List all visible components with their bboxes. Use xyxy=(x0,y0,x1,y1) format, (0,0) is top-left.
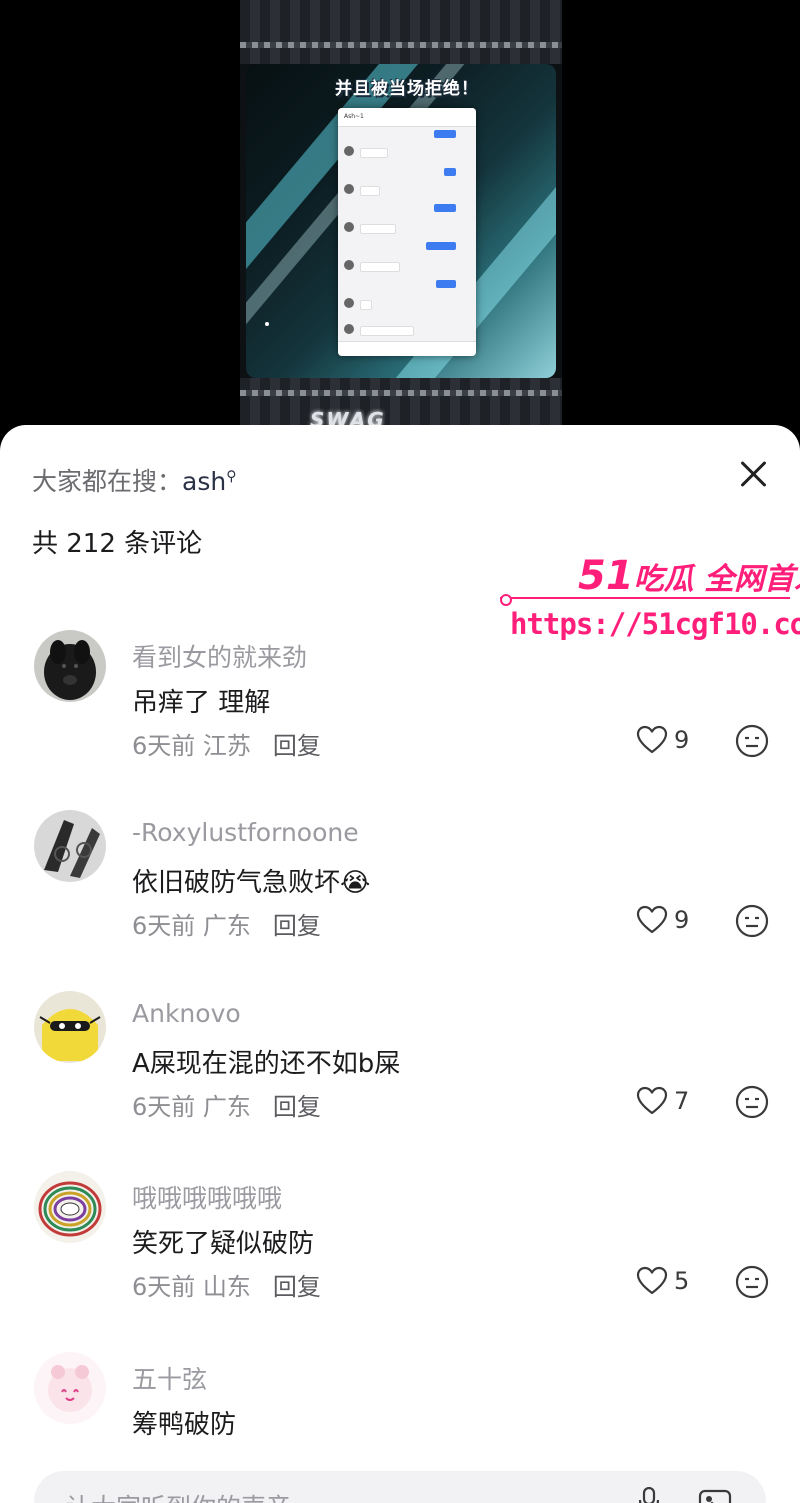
like-count: 9 xyxy=(674,726,690,754)
comment-username[interactable]: 哦哦哦哦哦哦 xyxy=(132,1179,282,1215)
comment-item: Anknovo A屎现在混的还不如b屎 6天前 广东 回复 7 xyxy=(0,991,800,1161)
comment-meta: 6天前 江苏 回复 xyxy=(132,726,321,761)
comment-input-placeholder: 让大家听到你的声音 xyxy=(66,1488,291,1503)
avatar[interactable] xyxy=(34,630,106,702)
comment-username[interactable]: 五十弦 xyxy=(132,1360,207,1396)
comment-item: -Roxylustfornoone 依旧破防气急败坏😭 6天前 广东 回复 9 xyxy=(0,810,800,980)
comment-username[interactable]: Anknovo xyxy=(132,999,241,1028)
chat-screenshot: Ash~1 xyxy=(338,108,476,356)
emoji-reaction-icon[interactable] xyxy=(735,904,769,938)
emoji-reaction-icon[interactable] xyxy=(735,1085,769,1119)
avatar[interactable] xyxy=(34,1171,106,1243)
comment-input[interactable]: 让大家听到你的声音 xyxy=(34,1471,766,1503)
comment-sheet: 大家都在搜：ash⚲ 共 212 条评论 51吃瓜 全网首发 https://5… xyxy=(0,425,800,1503)
comment-time: 6天前 xyxy=(132,1273,196,1301)
chat-contact-name: Ash~1 xyxy=(338,108,476,127)
heart-icon xyxy=(636,905,668,934)
like-button[interactable]: 9 xyxy=(636,723,706,759)
emoji-reaction-icon[interactable] xyxy=(735,724,769,758)
reply-button[interactable]: 回复 xyxy=(273,1093,321,1121)
reply-button[interactable]: 回复 xyxy=(273,912,321,940)
image-icon[interactable] xyxy=(698,1489,732,1503)
emoji-reaction-icon[interactable] xyxy=(735,1265,769,1299)
heart-icon xyxy=(636,1086,668,1115)
comment-count: 共 212 条评论 xyxy=(32,529,203,559)
video-frame: 并且被当场拒绝！ Ash~1 SWAG xyxy=(240,0,562,440)
heart-icon xyxy=(636,1266,668,1295)
comment-text: A屎现在混的还不如b屎 xyxy=(132,1049,401,1079)
search-icon: ⚲ xyxy=(226,468,237,485)
close-icon[interactable] xyxy=(732,453,776,497)
like-count: 5 xyxy=(674,1267,690,1295)
comment-location: 山东 xyxy=(202,1273,251,1301)
like-button[interactable]: 5 xyxy=(636,1264,706,1300)
comment-meta: 6天前 山东 回复 xyxy=(132,1267,321,1302)
comment-time: 6天前 xyxy=(132,912,196,940)
like-button[interactable]: 7 xyxy=(636,1084,706,1120)
like-count: 9 xyxy=(674,906,690,934)
comment-text: 依旧破防气急败坏😭 xyxy=(132,868,371,898)
comment-text: 笑死了疑似破防 xyxy=(132,1229,315,1259)
search-suggestion-keyword[interactable]: ash xyxy=(182,467,226,496)
mic-icon[interactable] xyxy=(639,1487,659,1503)
comment-item: 哦哦哦哦哦哦 笑死了疑似破防 6天前 山东 回复 5 xyxy=(0,1171,800,1341)
like-button[interactable]: 9 xyxy=(636,903,706,939)
avatar[interactable] xyxy=(34,810,106,882)
comment-meta: 6天前 广东 回复 xyxy=(132,1087,321,1122)
comment-location: 广东 xyxy=(202,912,251,940)
comment-time: 6天前 xyxy=(132,1093,196,1121)
comment-item: 看到女的就来劲 吊痒了 理解 6天前 江苏 回复 9 xyxy=(0,630,800,800)
comment-location: 广东 xyxy=(202,1093,251,1121)
comment-username[interactable]: 看到女的就来劲 xyxy=(132,638,307,674)
comment-location: 江苏 xyxy=(202,732,251,760)
avatar[interactable] xyxy=(34,1352,106,1424)
reply-button[interactable]: 回复 xyxy=(273,1273,321,1301)
avatar[interactable] xyxy=(34,991,106,1063)
chain-decoration-top xyxy=(240,0,562,64)
comment-username[interactable]: -Roxylustfornoone xyxy=(132,818,359,847)
video-panel: 并且被当场拒绝！ Ash~1 xyxy=(246,64,556,378)
like-count: 7 xyxy=(674,1087,690,1115)
video-caption: 并且被当场拒绝！ xyxy=(335,79,479,99)
search-suggestion-prefix: 大家都在搜： xyxy=(32,467,183,496)
comment-meta: 6天前 广东 回复 xyxy=(132,906,321,941)
reply-button[interactable]: 回复 xyxy=(273,732,321,760)
watermark-line xyxy=(500,594,790,606)
watermark-brand: 51吃瓜 全网首发 xyxy=(578,553,800,599)
search-suggestion[interactable]: 大家都在搜：ash⚲ xyxy=(32,462,236,498)
comment-text: 吊痒了 理解 xyxy=(132,688,271,718)
comment-time: 6天前 xyxy=(132,732,196,760)
video-player[interactable]: 并且被当场拒绝！ Ash~1 SWAG xyxy=(0,0,800,440)
heart-icon xyxy=(636,725,668,754)
